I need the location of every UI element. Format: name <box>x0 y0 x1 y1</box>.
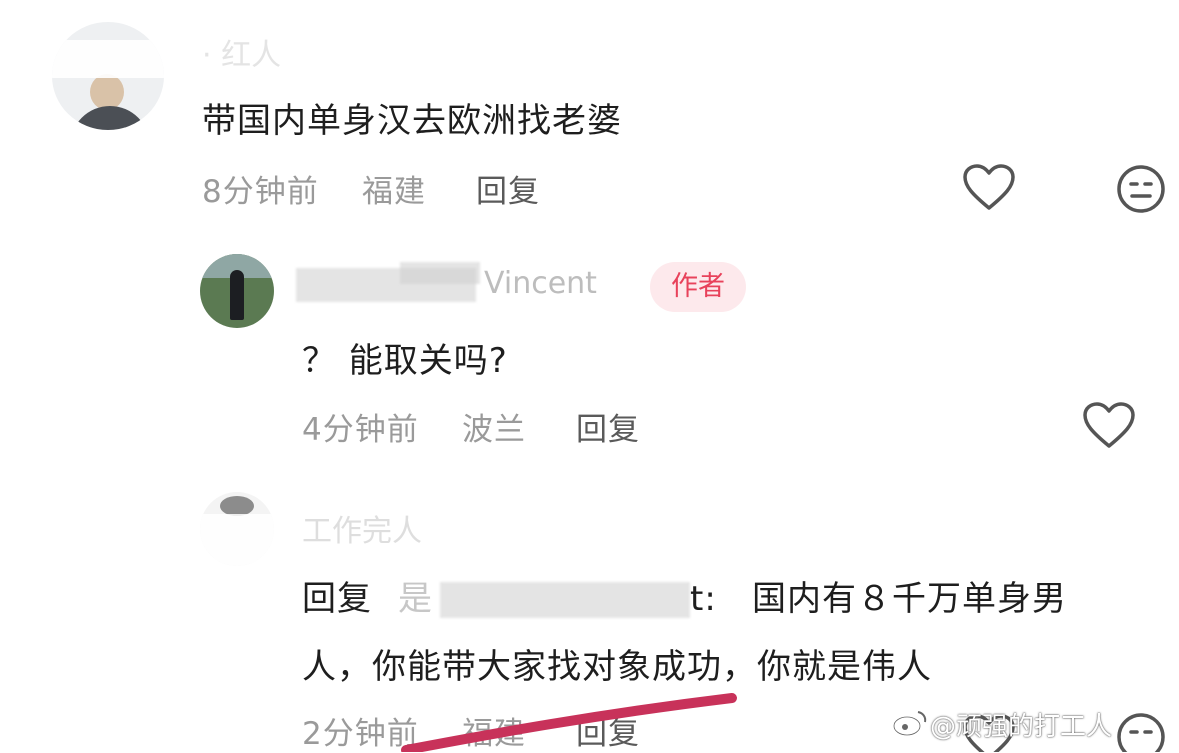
comment-text-line1: 国内有８千万单身男 <box>752 579 1067 619</box>
blurred-name <box>400 262 480 284</box>
reply-target-tail: t: <box>690 579 717 619</box>
reply-button[interactable]: 回复 <box>576 404 640 449</box>
avatar-person <box>230 270 244 320</box>
comment-text: 带国内单身汉去欧洲找老婆 <box>202 101 622 141</box>
comment-author[interactable]: 工作完人 <box>302 506 422 550</box>
comment-text-line2: 人，你能带大家找对象成功，你就是伟人 <box>302 647 932 687</box>
reply-button[interactable]: 回复 <box>476 166 540 211</box>
blurred-name <box>440 582 690 618</box>
comment-author[interactable]: · 红人 <box>202 30 281 74</box>
heart-outline-icon[interactable] <box>962 164 1016 212</box>
comment-location: 福建 <box>362 174 426 210</box>
avatar-body <box>70 106 150 130</box>
watermark: @顽强的打工人 <box>930 712 1113 742</box>
reply-target[interactable]: 是 <box>398 578 433 620</box>
reply-prefix: 回复 <box>302 579 372 619</box>
comment-text: ？ 能取关吗? <box>302 341 508 381</box>
avatar[interactable] <box>200 254 274 328</box>
comment-location: 波兰 <box>462 412 526 448</box>
comment-author[interactable]: Vincent <box>484 266 597 301</box>
heart-outline-icon[interactable] <box>1082 402 1136 450</box>
red-annotation-stroke <box>401 693 737 752</box>
avatar-blur <box>52 40 164 78</box>
author-badge: 作者 <box>650 262 746 312</box>
weibo-logo-icon <box>892 711 927 737</box>
dislike-face-icon[interactable] <box>1116 712 1166 752</box>
comment-time: 8分钟前 <box>202 174 319 210</box>
avatar-head <box>220 496 254 516</box>
comment-time: 4分钟前 <box>302 412 419 448</box>
dislike-face-icon[interactable] <box>1116 164 1166 214</box>
avatar[interactable] <box>52 22 164 130</box>
avatar-blur <box>200 514 274 566</box>
avatar[interactable] <box>200 492 274 566</box>
avatar-face <box>90 74 124 110</box>
